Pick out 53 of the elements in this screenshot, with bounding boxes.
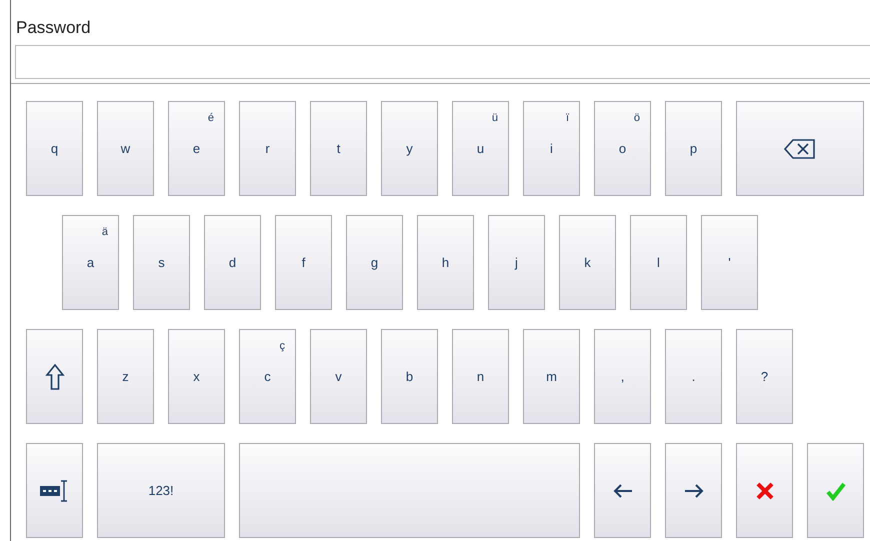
letter-key[interactable]: t [310, 101, 367, 196]
letter-key[interactable]: g [346, 215, 403, 310]
letter-key[interactable]: q [26, 101, 83, 196]
keyboard-layout-key[interactable] [26, 443, 83, 538]
letter-key[interactable]: . [665, 329, 722, 424]
cursor-left-key[interactable] [594, 443, 651, 538]
password-field[interactable] [15, 45, 870, 79]
letter-key[interactable]: w [97, 101, 154, 196]
left-arrow-icon [612, 482, 634, 498]
accent-label: ö [634, 112, 640, 124]
cursor-right-key[interactable] [665, 443, 722, 538]
letter-key[interactable]: n [452, 329, 509, 424]
letter-key[interactable]: z [97, 329, 154, 424]
accent-label: ï [566, 112, 569, 124]
shift-key[interactable] [26, 329, 83, 424]
space-bar[interactable] [239, 443, 580, 538]
letter-key[interactable]: p [665, 101, 722, 196]
letter-key[interactable]: b [381, 329, 438, 424]
shift-arrow-icon [44, 362, 64, 390]
letter-key[interactable]: , [594, 329, 651, 424]
accent-label: ä [102, 226, 108, 238]
letter-key[interactable]: x [168, 329, 225, 424]
letter-key[interactable]: d [204, 215, 261, 310]
accent-label: ç [280, 340, 285, 352]
letter-key[interactable]: h [417, 215, 474, 310]
confirm-key[interactable] [807, 443, 864, 538]
field-label: Password [16, 18, 91, 38]
letter-key[interactable]: o ö [594, 101, 651, 196]
accent-label: ü [492, 112, 498, 124]
backspace-key[interactable] [736, 101, 864, 196]
numbers-key[interactable]: 123! [97, 443, 225, 538]
letter-key[interactable]: v [310, 329, 367, 424]
letter-key[interactable]: r [239, 101, 296, 196]
letter-key[interactable]: i ï [523, 101, 580, 196]
close-icon [754, 480, 774, 500]
letter-key[interactable]: l [630, 215, 687, 310]
letter-key[interactable]: c ç [239, 329, 296, 424]
letter-key[interactable]: s [133, 215, 190, 310]
letter-key[interactable]: a ä [62, 215, 119, 310]
letter-key[interactable]: ? [736, 329, 793, 424]
letter-key[interactable]: k [559, 215, 616, 310]
letter-key[interactable]: j [488, 215, 545, 310]
letter-key[interactable]: ' [701, 215, 758, 310]
letter-key[interactable]: f [275, 215, 332, 310]
letter-key[interactable]: e é [168, 101, 225, 196]
checkmark-icon [826, 480, 846, 500]
letter-key[interactable]: m [523, 329, 580, 424]
right-arrow-icon [682, 482, 704, 498]
accent-label: é [208, 112, 214, 124]
letter-key[interactable]: y [381, 101, 438, 196]
cancel-key[interactable] [736, 443, 793, 538]
letter-key[interactable]: u ü [452, 101, 509, 196]
backspace-icon [783, 138, 817, 160]
